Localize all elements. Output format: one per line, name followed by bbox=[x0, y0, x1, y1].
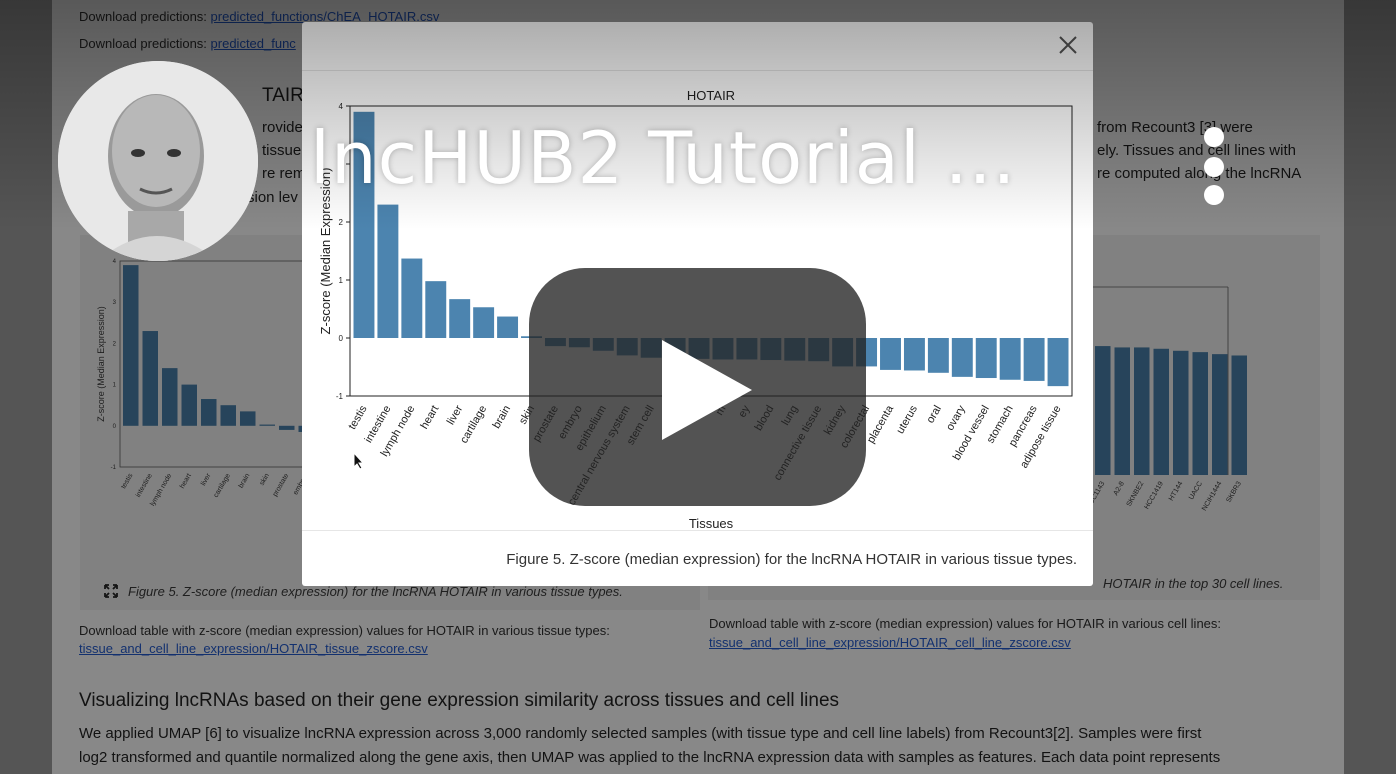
y-tick-label: -1 bbox=[336, 392, 344, 401]
y-tick-label: 4 bbox=[339, 102, 344, 111]
bar bbox=[425, 281, 447, 338]
bar bbox=[927, 338, 949, 373]
y-tick-label: 0 bbox=[339, 334, 344, 343]
y-tick-label: 2 bbox=[339, 218, 344, 227]
bar bbox=[377, 204, 399, 338]
x-tick-label: oral bbox=[924, 404, 944, 426]
x-tick-label: brain bbox=[491, 404, 514, 431]
bar bbox=[401, 258, 423, 338]
bar bbox=[903, 338, 925, 371]
modal-footer: Figure 5. Z-score (median expression) fo… bbox=[302, 530, 1093, 586]
x-tick-label: ovary bbox=[944, 403, 968, 433]
bar bbox=[497, 316, 519, 338]
bar bbox=[975, 338, 997, 379]
bar bbox=[473, 307, 495, 338]
bar bbox=[999, 338, 1021, 380]
close-icon[interactable] bbox=[1057, 34, 1079, 56]
bar bbox=[1023, 338, 1045, 381]
bar bbox=[449, 299, 471, 338]
channel-avatar[interactable] bbox=[58, 61, 258, 261]
video-title[interactable]: lncHUB2 Tutorial ... bbox=[310, 116, 1016, 200]
bar bbox=[951, 338, 973, 377]
more-options-icon[interactable] bbox=[1200, 125, 1228, 209]
mouse-cursor-icon bbox=[353, 451, 365, 475]
bar bbox=[880, 338, 901, 370]
x-tick-label: testis bbox=[346, 403, 369, 432]
x-axis-label: Tissues bbox=[689, 516, 734, 530]
y-tick-label: 1 bbox=[339, 276, 344, 285]
chart-title: HOTAIR bbox=[687, 88, 735, 103]
x-tick-label: liver bbox=[445, 403, 466, 427]
x-tick-label: heart bbox=[418, 404, 441, 432]
modal-caption: Figure 5. Z-score (median expression) fo… bbox=[506, 551, 1077, 568]
play-icon[interactable] bbox=[662, 340, 752, 440]
bar bbox=[1047, 338, 1069, 387]
modal-header bbox=[302, 22, 1093, 71]
x-tick-label: uterus bbox=[894, 403, 920, 436]
